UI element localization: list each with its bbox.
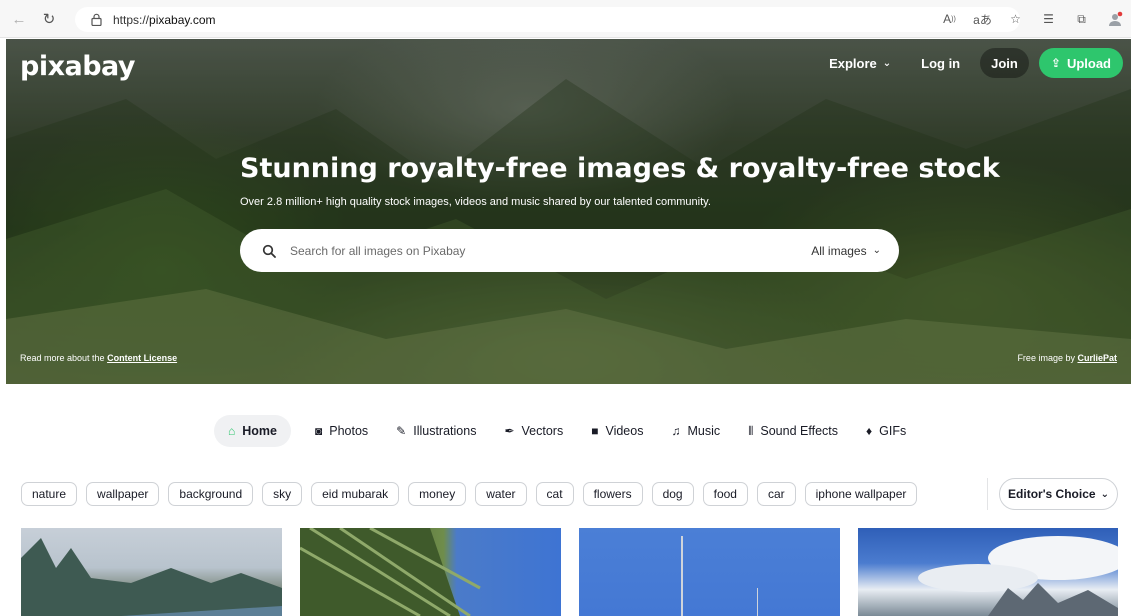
tab-illustrations[interactable]: ✎ Illustrations [396,415,476,447]
chip-sky[interactable]: sky [262,482,303,506]
editors-choice-dropdown[interactable]: Editor's Choice ⌄ [999,478,1118,510]
hero-title: Stunning royalty-free images & royalty-f… [240,153,1000,184]
tab-label: Videos [605,424,644,438]
hero-banner: pixabay Explore ⌄ Log in Join ⇪ Upload Stu… [6,39,1131,384]
browser-toolbar: ← ↻ https://pixabay.com A)) aあ ☆ ☰ ⧉ [0,0,1131,38]
search-scope-label: All images [811,243,867,258]
content-license-link[interactable]: Content License [107,353,177,363]
video-camera-icon: ■ [591,424,599,438]
hero-subtitle: Over 2.8 million+ high quality stock ima… [240,196,711,208]
chip-dog[interactable]: dog [651,482,694,506]
search-scope-dropdown[interactable]: All images ⌄ [811,244,881,258]
collections-icon[interactable]: ⧉ [1065,8,1098,30]
gif-icon: ♦ [866,424,873,438]
search-bar: All images ⌄ [240,229,899,272]
sound-wave-icon: ⦀ [748,423,754,438]
chip-water[interactable]: water [475,482,527,506]
tab-music[interactable]: ♫ Music [671,415,720,447]
chevron-down-icon: ⌄ [872,245,881,256]
back-icon[interactable]: ← [9,9,29,29]
pixabay-logo[interactable]: pixabay [20,51,136,82]
chip-flowers[interactable]: flowers [582,482,643,506]
mountain-lake-thumbnail [21,538,282,616]
antenna-mast [681,536,683,616]
refresh-icon[interactable]: ↻ [39,9,59,29]
chip-eid-mubarak[interactable]: eid mubarak [311,482,400,506]
chevron-down-icon: ⌄ [882,57,892,69]
credit-prefix: Free image by [1017,353,1075,363]
tab-gifs[interactable]: ♦ GIFs [866,415,906,447]
chip-iphone-wallpaper[interactable]: iphone wallpaper [804,482,918,506]
profile-icon[interactable] [1098,8,1131,30]
tab-label: Vectors [521,424,564,438]
green-building-thumbnail [300,528,481,616]
tab-label: Sound Effects [760,424,838,438]
home-icon: ⌂ [228,424,236,438]
clouds-peaks-thumbnail [918,536,1118,616]
read-aloud-icon[interactable]: A)) [933,8,966,30]
tag-chips: nature wallpaper background sky eid muba… [21,481,926,507]
tab-photos[interactable]: ◙ Photos [315,415,368,447]
chevron-down-icon: ⌄ [1100,488,1109,500]
image-card-clouds-peaks[interactable] [858,528,1118,616]
image-credit: Free image by CurliePat [1017,353,1117,363]
lock-icon [89,13,103,27]
license-note: Read more about the Content License [20,353,177,363]
chip-nature[interactable]: nature [21,482,78,506]
tab-label: Photos [329,424,369,438]
chip-money[interactable]: money [408,482,467,506]
chip-food[interactable]: food [702,482,748,506]
brush-icon: ✎ [396,424,407,438]
search-icon[interactable] [262,243,278,259]
address-bar[interactable]: https://pixabay.com [75,7,1020,32]
favorites-list-icon[interactable]: ☰ [1032,8,1065,30]
explore-menu[interactable]: Explore ⌄ [829,56,891,71]
favorite-star-icon[interactable]: ☆ [999,8,1032,30]
pen-nib-icon: ✒ [504,424,515,438]
upload-button[interactable]: ⇪ Upload [1038,48,1123,78]
image-card-green-building[interactable] [300,528,561,616]
hero-overlay [6,39,1131,384]
tab-label: Illustrations [413,424,477,438]
image-card-mountain-lake[interactable] [21,528,282,616]
search-input[interactable] [290,243,812,258]
chip-car[interactable]: car [756,482,796,506]
upload-icon: ⇪ [1050,56,1061,70]
license-prefix: Read more about the [20,353,105,363]
top-nav: Explore ⌄ Log in Join ⇪ Upload [829,48,1123,78]
credit-author-link[interactable]: CurliePat [1077,353,1117,363]
image-card-blue-sky-mast[interactable] [579,528,840,616]
tab-sound-effects[interactable]: ⦀ Sound Effects [748,415,838,447]
tab-label: Home [242,424,277,438]
editors-choice-label: Editor's Choice [1008,487,1096,501]
filter-divider [987,478,988,510]
media-type-tabs: ⌂ Home ◙ Photos ✎ Illustrations ✒ Vectors ■ V… [214,415,934,447]
camera-icon: ◙ [314,424,323,438]
chip-cat[interactable]: cat [535,482,574,506]
join-button[interactable]: Join [980,48,1029,78]
login-link[interactable]: Log in [921,56,960,71]
tab-home[interactable]: ⌂ Home [214,415,291,447]
chip-background[interactable]: background [168,482,254,506]
tab-vectors[interactable]: ✒ Vectors [504,415,563,447]
tab-label: GIFs [879,424,907,438]
chip-wallpaper[interactable]: wallpaper [86,482,160,506]
explore-label: Explore [829,55,877,71]
antenna-mast-small [757,588,758,616]
url-text: https://pixabay.com [113,12,216,27]
tab-label: Music [687,424,721,438]
browser-actions: A)) aあ ☆ ☰ ⧉ [933,8,1131,30]
music-note-icon: ♫ [671,424,681,438]
translate-icon[interactable]: aあ [966,8,999,30]
tab-videos[interactable]: ■ Videos [591,415,643,447]
upload-label: Upload [1066,55,1111,71]
